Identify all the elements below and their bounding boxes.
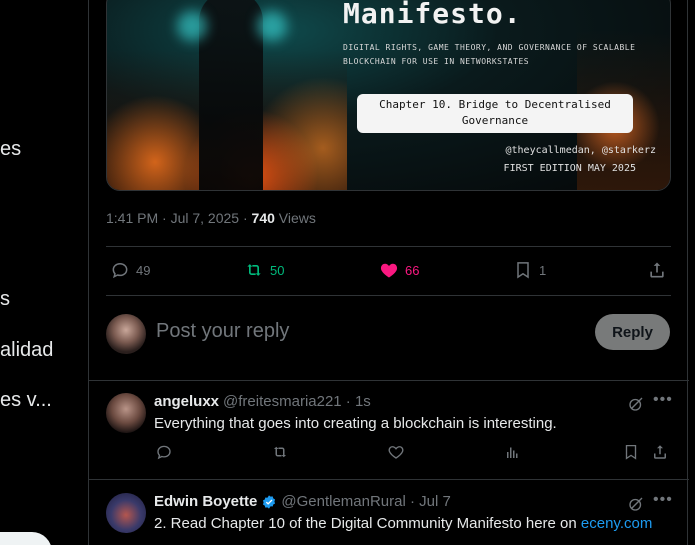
divider bbox=[106, 246, 671, 247]
reply-input[interactable]: Post your reply bbox=[156, 320, 289, 343]
reply-action-bar bbox=[154, 443, 671, 463]
avatar[interactable] bbox=[106, 493, 146, 533]
silhouette-figure bbox=[199, 0, 263, 190]
main-column: Manifesto. DIGITAL RIGHTS, GAME THEORY, … bbox=[88, 0, 689, 545]
cyan-glow bbox=[257, 11, 287, 41]
like-count: 66 bbox=[405, 262, 420, 278]
reply-button[interactable]: Reply bbox=[595, 314, 670, 350]
views-label: Views bbox=[274, 210, 316, 226]
chapter-box: Chapter 10. Bridge to Decentralised Gove… bbox=[357, 94, 633, 133]
share-icon[interactable] bbox=[651, 443, 669, 461]
repost-count: 50 bbox=[270, 262, 285, 278]
avatar[interactable] bbox=[106, 393, 146, 433]
repost-icon bbox=[247, 264, 261, 276]
chapter-line: Governance bbox=[461, 114, 529, 127]
media-edition: FIRST EDITION MAY 2025 bbox=[503, 163, 636, 174]
heart-icon bbox=[380, 263, 398, 278]
post-meta: 1:41 PM · Jul 7, 2025 · 740 Views bbox=[106, 210, 316, 226]
handle-time[interactable]: @freitesmaria221 · 1s bbox=[223, 393, 371, 410]
bookmark-action[interactable]: 1 bbox=[513, 260, 546, 280]
display-name[interactable]: Edwin Boyette bbox=[154, 493, 257, 510]
bookmark-icon bbox=[517, 262, 529, 279]
share-action[interactable] bbox=[647, 260, 667, 280]
post-timestamp[interactable]: 1:41 PM · Jul 7, 2025 · bbox=[106, 210, 252, 226]
reply-icon[interactable] bbox=[155, 443, 173, 461]
reply-link[interactable]: eceny.com bbox=[581, 515, 652, 532]
media-subtitle: DIGITAL RIGHTS, GAME THEORY, AND GOVERNA… bbox=[343, 43, 636, 66]
reply-text: 2. Read Chapter 10 of the Digital Commun… bbox=[154, 515, 652, 532]
more-icon[interactable]: ••• bbox=[653, 391, 673, 409]
heart-icon[interactable] bbox=[387, 443, 405, 461]
like-action[interactable]: 66 bbox=[379, 260, 419, 280]
post-media-image[interactable]: Manifesto. DIGITAL RIGHTS, GAME THEORY, … bbox=[106, 0, 671, 191]
sidebar-item-label[interactable]: alidad bbox=[0, 339, 53, 362]
views-icon[interactable] bbox=[504, 443, 522, 461]
reply-icon bbox=[112, 262, 128, 279]
more-icon[interactable]: ••• bbox=[653, 491, 673, 509]
media-title: Manifesto. bbox=[343, 0, 522, 30]
reply-action[interactable]: 49 bbox=[110, 260, 150, 280]
grok-icon[interactable] bbox=[627, 395, 645, 413]
reply-header: angeluxx @freitesmaria221 · 1s bbox=[154, 393, 371, 410]
display-name[interactable]: angeluxx bbox=[154, 393, 219, 410]
media-handles: @theycallmedan, @starkerz bbox=[505, 145, 656, 156]
bookmark-count: 1 bbox=[539, 262, 547, 278]
divider bbox=[89, 479, 689, 480]
grok-icon[interactable] bbox=[627, 495, 645, 513]
left-sidebar: es s alidad es v... bbox=[0, 0, 88, 545]
sidebar-item-label[interactable]: es v... bbox=[0, 389, 52, 412]
bookmark-icon[interactable] bbox=[622, 443, 640, 461]
divider bbox=[89, 380, 689, 381]
verified-badge-icon[interactable] bbox=[261, 494, 277, 510]
chapter-line: Chapter 10. Bridge to Decentralised bbox=[379, 98, 611, 111]
divider bbox=[106, 295, 671, 296]
repost-icon[interactable] bbox=[271, 443, 289, 461]
views-count: 740 bbox=[251, 210, 275, 226]
cyan-glow bbox=[177, 11, 207, 41]
share-icon bbox=[650, 262, 664, 278]
handle-time[interactable]: @GentlemanRural · Jul 7 bbox=[281, 493, 450, 510]
sidebar-item-label[interactable]: es bbox=[0, 138, 21, 161]
post-button[interactable] bbox=[0, 532, 52, 545]
reply-header: Edwin Boyette @GentlemanRural · Jul 7 bbox=[154, 493, 451, 510]
reply-text: Everything that goes into creating a blo… bbox=[154, 415, 557, 432]
post-action-bar: 49 50 66 1 bbox=[106, 260, 671, 284]
sidebar-item-label[interactable]: s bbox=[0, 288, 10, 311]
reply-text-body: 2. Read Chapter 10 of the Digital Commun… bbox=[154, 515, 581, 532]
reply-count: 49 bbox=[136, 262, 151, 278]
repost-action[interactable]: 50 bbox=[244, 260, 284, 280]
composer-avatar[interactable] bbox=[106, 314, 146, 354]
